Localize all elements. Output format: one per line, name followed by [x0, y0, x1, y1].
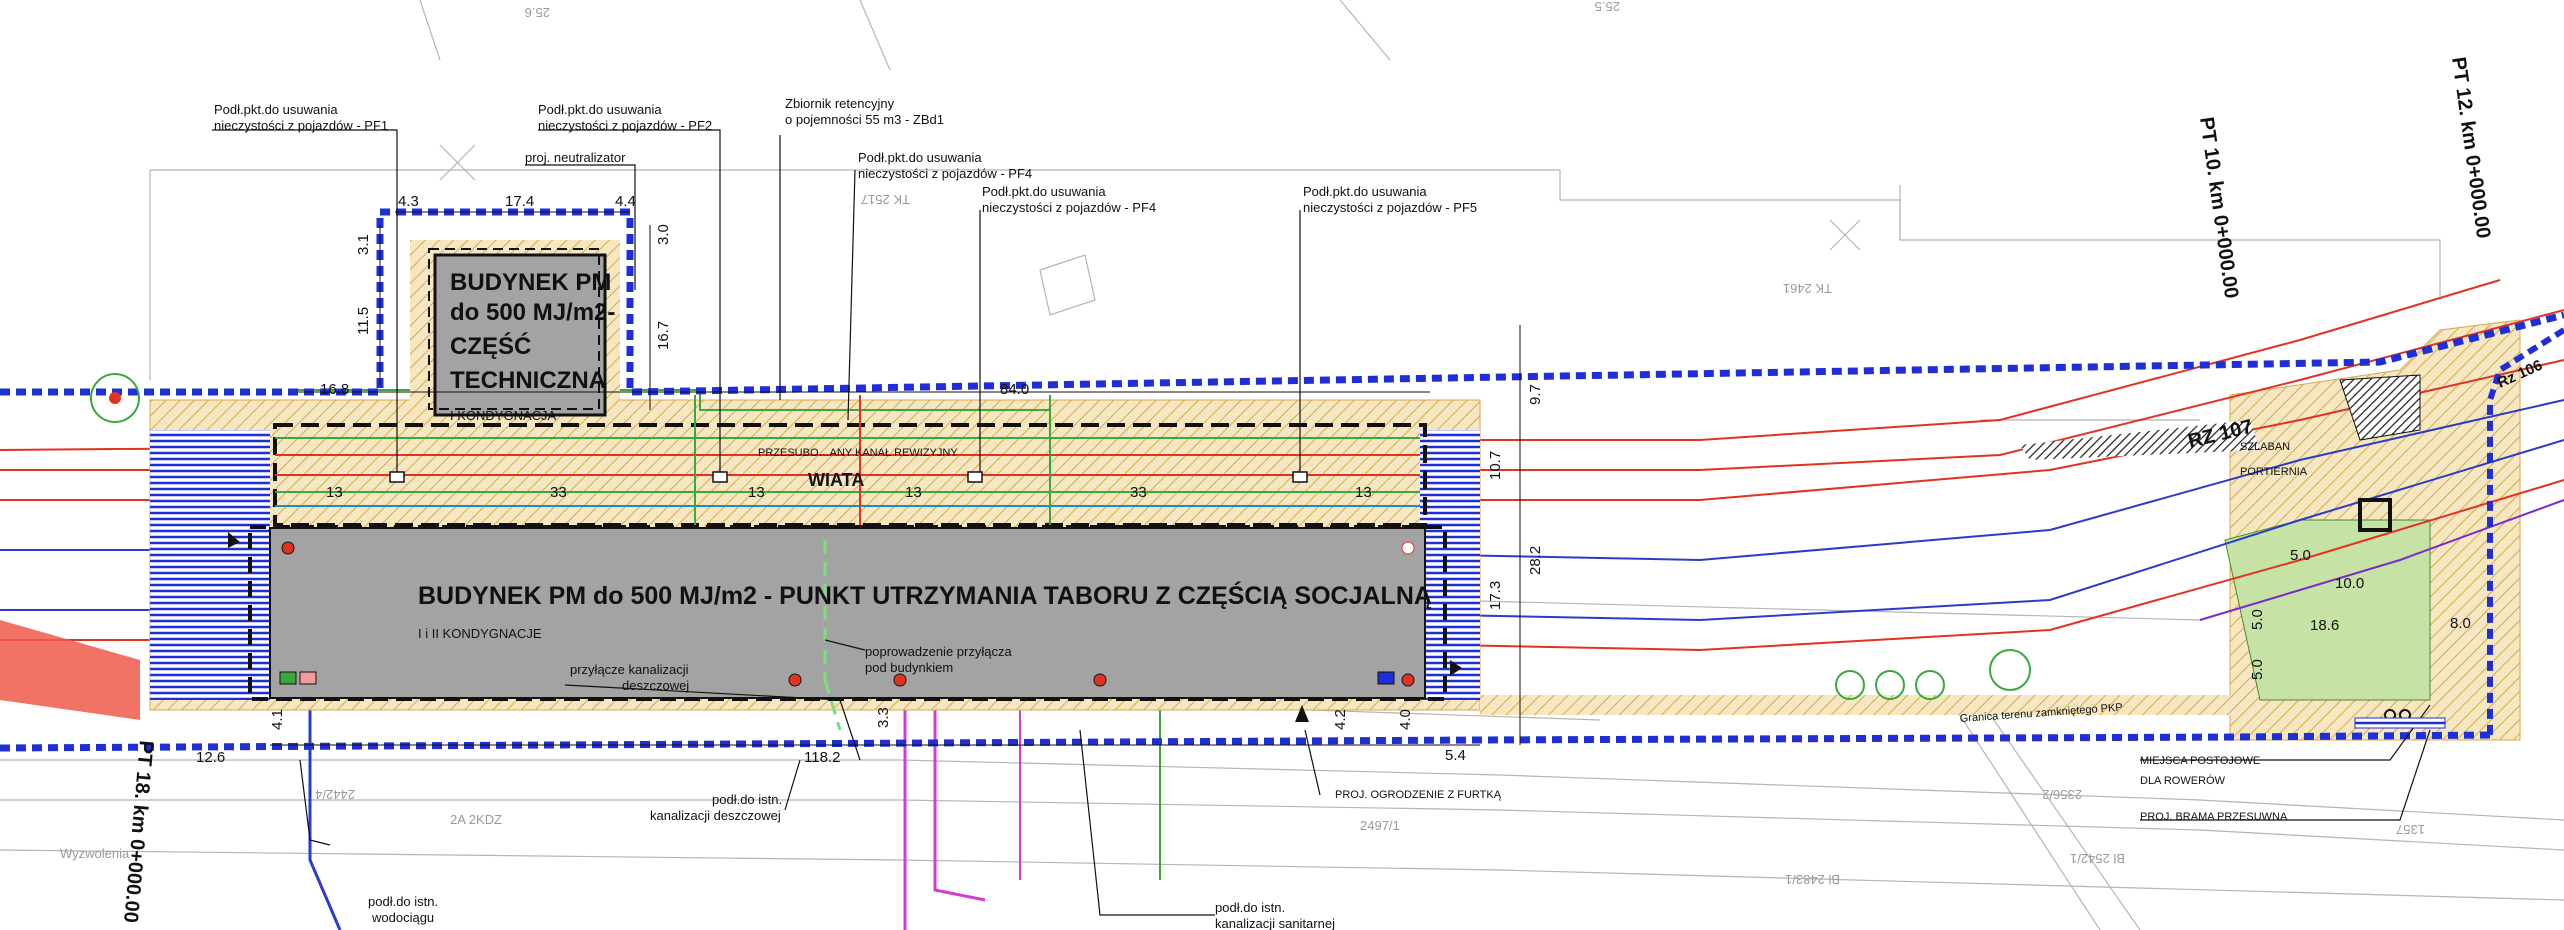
main-building-marker: [279, 671, 297, 685]
map-plot-1357: 1357: [2396, 822, 2425, 837]
callout-pf4b-l1: Podł.pkt.do usuwania: [982, 184, 1106, 199]
dim-5-0-b: 5.0: [2249, 609, 2266, 630]
map-elev-25-6: 25.6: [525, 5, 550, 20]
dim-13-c: 13: [905, 484, 922, 501]
dim-12-6: 12.6: [196, 749, 225, 766]
map-wyzwolenia: Wyzwolenia: [60, 846, 130, 861]
dim-3-1: 3.1: [355, 234, 372, 255]
callout-sanitary-l2: kanalizacji sanitarnej: [1215, 916, 1335, 930]
dim-13-b: 13: [748, 484, 765, 501]
km-pt12: PT 12. km 0+000.00: [2447, 56, 2494, 240]
callout-rain-l1: przyłącze kanalizacji: [570, 662, 689, 677]
dim-11-5: 11.5: [355, 307, 372, 335]
tech-building-l2: do 500 MJ/m2-: [450, 299, 615, 326]
dim-5-0-a: 5.0: [2290, 547, 2311, 564]
map-tk2517: TK 2517: [861, 192, 910, 207]
dim-4-2: 4.2: [1332, 709, 1349, 730]
callout-bike-l1: MIEJSCA POSTOJOWE: [2140, 755, 2260, 767]
dim-17-4: 17.4: [505, 193, 534, 210]
dim-5-4: 5.4: [1445, 747, 1466, 764]
dim-18-6: 18.6: [2310, 617, 2339, 634]
tree-icon: [1835, 649, 2031, 700]
dim-3-3: 3.3: [875, 707, 892, 728]
callout-pf5-l1: Podł.pkt.do usuwania: [1303, 184, 1427, 199]
dim-16-8: 16.8: [320, 381, 349, 398]
callout-water-l1: podł.do istn.: [368, 894, 438, 909]
shelter-label: WIATA: [808, 470, 864, 490]
dim-8-0: 8.0: [2450, 615, 2471, 632]
bike-rack: [2354, 717, 2446, 729]
track-grid-right: [1420, 430, 1480, 700]
dim-13-d: 13: [1355, 484, 1372, 501]
callout-rain-l2: deszczowej: [622, 678, 689, 693]
dim-3-0: 3.0: [655, 224, 672, 245]
callout-pf4a-l2: nieczystości z pojazdów - PF4: [858, 166, 1032, 181]
dim-10-0: 10.0: [2335, 575, 2364, 592]
dim-28-2: 28.2: [1527, 546, 1544, 575]
callout-sliding-gate: PROJ. BRAMA PRZESUWNA: [2140, 811, 2288, 823]
callout-sanitary-l1: podł.do istn.: [1215, 900, 1285, 915]
km-pt18: PT 18. km 0+000.00: [119, 740, 157, 924]
main-building: [269, 527, 1426, 699]
callout-pf5-l2: nieczystości z pojazdów - PF5: [1303, 200, 1477, 215]
tech-building-l5: I KONDYGNACJA: [450, 408, 557, 423]
dim-33-b: 33: [1130, 484, 1147, 501]
hydrant-icon: [90, 373, 140, 423]
dim-118-2: 118.2: [804, 749, 840, 766]
dim-13-a: 13: [326, 484, 343, 501]
callout-fence-gate: PROJ. OGRODZENIE Z FURTKĄ: [1335, 789, 1502, 801]
dim-16-7: 16.7: [655, 321, 672, 350]
map-elev-25-5: 25.5: [1595, 0, 1620, 14]
callout-gatehouse: PORTIERNIA: [2240, 466, 2308, 478]
callout-under-l2: pod budynkiem: [865, 660, 953, 675]
fence-bottom: [0, 731, 2491, 752]
callout-rain-exist-l1: podł.do istn.: [712, 792, 782, 807]
callout-pf2-l2: nieczystości z pojazdów - PF2: [538, 118, 712, 133]
map-plot-2542-1: Bl 2542/1: [2070, 851, 2125, 866]
dim-10-7: 10.7: [1487, 451, 1504, 480]
canal-label: PRZESUBO…ANY KANAŁ REWIZYJNY: [758, 447, 958, 459]
left-red-hatch: [0, 620, 140, 720]
dim-84-0: 84.0: [1000, 381, 1029, 398]
map-plot-2356-2: 2356/2: [2042, 787, 2082, 802]
callout-pf4b-l2: nieczystości z pojazdów - PF4: [982, 200, 1156, 215]
main-building-sub: I i II KONDYGNACJE: [418, 626, 542, 641]
tech-building-l1: BUDYNEK PM: [450, 269, 611, 296]
map-tk2461: TK 2461: [1783, 281, 1832, 296]
lower-walkway-hatch: [1480, 695, 2240, 715]
callout-pf1-l2: nieczystości z pojazdów - PF1: [214, 118, 388, 133]
dim-33-a: 33: [550, 484, 567, 501]
fence-top: [0, 208, 2564, 396]
map-plot-2442-4: 2442/4: [315, 787, 355, 802]
callout-pf4a-l1: Podł.pkt.do usuwania: [858, 150, 982, 165]
callout-retention-l2: o pojemności 55 m3 - ZBd1: [785, 112, 944, 127]
dim-9-7: 9.7: [1527, 384, 1544, 405]
tech-building-l3: CZĘŚĆ: [450, 332, 531, 360]
main-building-title: BUDYNEK PM do 500 MJ/m2 - PUNKT UTRZYMAN…: [418, 580, 1432, 610]
callout-neutralizer: proj. neutralizator: [525, 150, 626, 165]
callout-retention-l1: Zbiornik retencyjny: [785, 96, 895, 111]
dim-4-1: 4.1: [269, 709, 286, 730]
callout-water-l2: wodociągu: [371, 910, 434, 925]
dim-5-0-c: 5.0: [2249, 659, 2266, 680]
tech-building-l4: TECHNICZNA: [450, 367, 606, 394]
callout-pf1-l1: Podł.pkt.do usuwania: [214, 102, 338, 117]
dim-4-0: 4.0: [1397, 709, 1414, 730]
km-pt10: PT 10. km 0+000.00: [2195, 116, 2242, 300]
callout-bike-l2: DLA ROWERÓW: [2140, 774, 2226, 787]
map-kdz: 2A 2KDZ: [450, 812, 502, 827]
callout-rain-exist-l2: kanalizacji deszczowej: [650, 808, 781, 823]
callout-barrier: SZLABAN: [2240, 441, 2290, 453]
dim-4-3: 4.3: [398, 193, 419, 210]
callout-pf2-l1: Podł.pkt.do usuwania: [538, 102, 662, 117]
dim-4-4: 4.4: [615, 193, 636, 210]
dim-17-3: 17.3: [1487, 581, 1504, 610]
site-plan-drawing: Podł.pkt.do usuwania nieczystości z poja…: [0, 0, 2564, 930]
map-plot-2483-1: Bl 2483/1: [1785, 872, 1840, 887]
map-plot-2497-1: 2497/1: [1360, 818, 1400, 833]
callout-under-l1: poprowadzenie przyłącza: [865, 644, 1012, 659]
